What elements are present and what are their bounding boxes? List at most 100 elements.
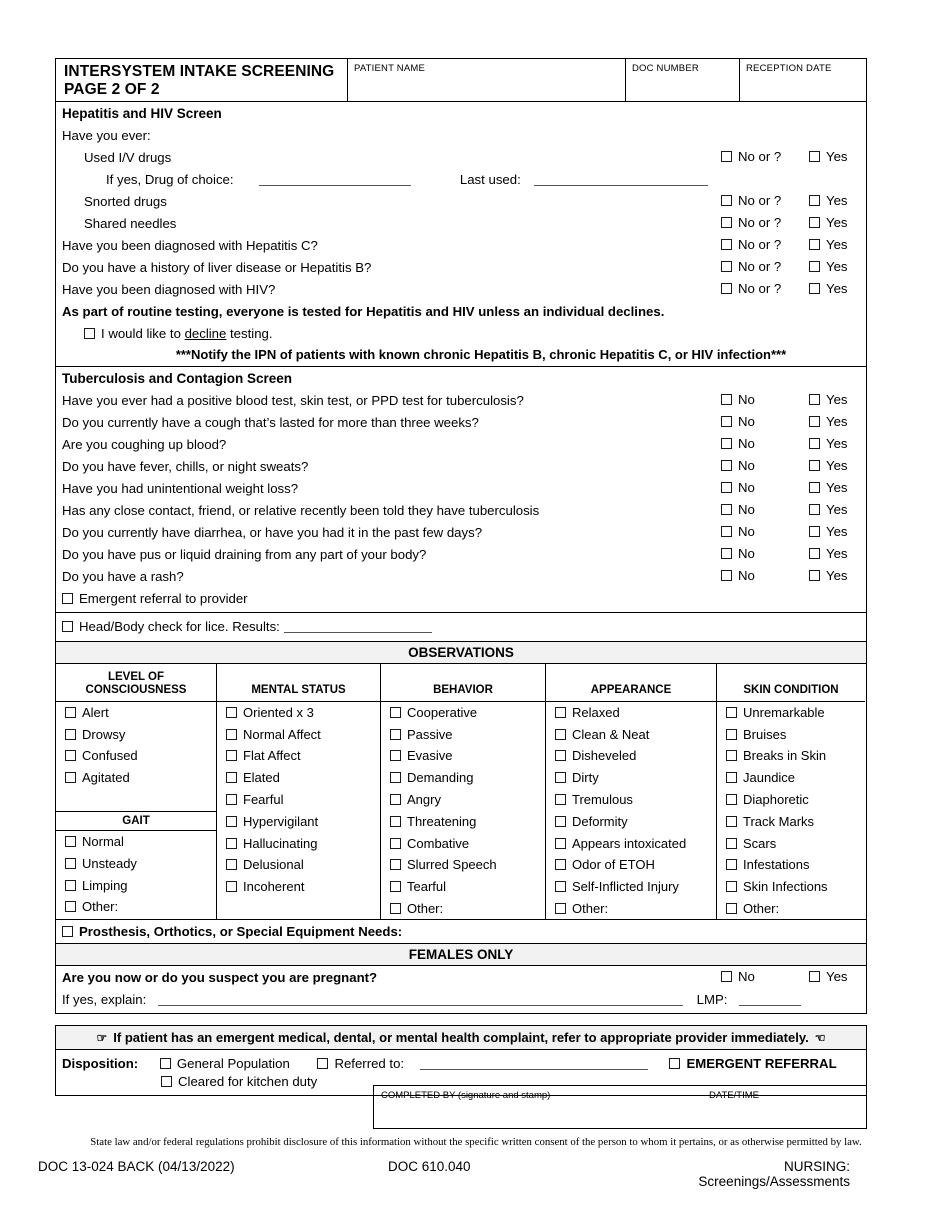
shared-needles-no-option[interactable]: No or ? [721,215,781,230]
patient-name-field[interactable]: PATIENT NAME [348,59,626,101]
obs-option-tremulous[interactable]: Tremulous [546,789,716,811]
obs-option-fearful[interactable]: Fearful [217,789,380,811]
checkbox-icon[interactable] [809,504,820,515]
checkbox-icon[interactable] [226,815,237,827]
liver-disease-no-option[interactable]: No or ? [721,259,781,274]
tb-3-yes-option[interactable]: Yes [809,458,848,473]
obs-option-track-marks[interactable]: Track Marks [717,810,865,832]
obs-option-breaks-in-skin[interactable]: Breaks in Skin [717,745,865,767]
obs-option-scars[interactable]: Scars [717,832,865,854]
checkbox-icon[interactable] [390,837,401,849]
lice-check-row[interactable]: Head/Body check for lice. Results: [56,613,866,641]
checkbox-icon[interactable] [726,815,737,827]
checkbox-icon[interactable] [390,794,401,806]
checkbox-icon[interactable] [226,837,237,849]
obs-option-angry[interactable]: Angry [381,789,545,811]
checkbox-icon[interactable] [555,794,566,806]
obs-option-normal-affect[interactable]: Normal Affect [217,723,380,745]
hiv-yes-option[interactable]: Yes [809,281,848,296]
checkbox-icon[interactable] [726,902,737,914]
checkbox-icon[interactable] [555,902,566,914]
reception-date-field[interactable]: RECEPTION DATE [740,59,866,101]
obs-option-tearful[interactable]: Tearful [381,876,545,898]
checkbox-icon[interactable] [809,217,820,228]
obs-option-delusional[interactable]: Delusional [217,854,380,876]
obs-option-diaphoretic[interactable]: Diaphoretic [717,789,865,811]
checkbox-icon[interactable] [62,592,73,604]
checkbox-icon[interactable] [721,151,732,162]
obs-option-self-inflicted-injury[interactable]: Self-Inflicted Injury [546,876,716,898]
tb-4-yes-option[interactable]: Yes [809,480,848,495]
obs-option-jaundice[interactable]: Jaundice [717,767,865,789]
obs-option-drowsy[interactable]: Drowsy [56,723,216,745]
checkbox-icon[interactable] [726,859,737,871]
checkbox-icon[interactable] [65,728,76,740]
checkbox-icon[interactable] [555,772,566,784]
tb-8-yes-option[interactable]: Yes [809,568,848,583]
obs-option-behavior-other[interactable]: Other: [381,898,545,920]
obs-option-elated[interactable]: Elated [217,767,380,789]
checkbox-icon[interactable] [390,902,401,914]
checkbox-icon[interactable] [65,750,76,762]
completed-by-box[interactable]: COMPLETED BY (signature and stamp) DATE/… [373,1085,867,1129]
obs-option-odor-of-etoh[interactable]: Odor of ETOH [546,854,716,876]
obs-option-passive[interactable]: Passive [381,723,545,745]
emergent-referral-provider-row[interactable]: Emergent referral to provider [56,587,866,612]
emergent-referral-option[interactable]: EMERGENT REFERRAL [669,1056,837,1071]
checkbox-icon[interactable] [65,901,76,913]
pregnancy-no-option[interactable]: No [721,969,755,984]
checkbox-icon[interactable] [390,772,401,784]
iv-drugs-no-option[interactable]: No or ? [721,149,781,164]
hepatitis-c-no-option[interactable]: No or ? [721,237,781,252]
checkbox-icon[interactable] [809,416,820,427]
obs-option-hallucinating[interactable]: Hallucinating [217,832,380,854]
checkbox-icon[interactable] [809,438,820,449]
obs-option-infestations[interactable]: Infestations [717,854,865,876]
obs-option-unremarkable[interactable]: Unremarkable [717,702,865,724]
gait-option-other[interactable]: Other: [56,896,216,918]
prosthesis-row[interactable]: Prosthesis, Orthotics, or Special Equipm… [56,920,866,943]
liver-disease-yes-option[interactable]: Yes [809,259,848,274]
obs-option-relaxed[interactable]: Relaxed [546,702,716,724]
checkbox-icon[interactable] [65,836,76,848]
obs-option-deformity[interactable]: Deformity [546,810,716,832]
disposition-general-population-option[interactable]: General Population [159,1056,290,1071]
tb-0-no-option[interactable]: No [721,392,755,407]
checkbox-icon[interactable] [669,1057,681,1069]
checkbox-icon[interactable] [317,1057,329,1069]
checkbox-icon[interactable] [159,1057,171,1069]
tb-3-no-option[interactable]: No [721,458,755,473]
checkbox-icon[interactable] [555,728,566,740]
checkbox-icon[interactable] [721,570,732,581]
checkbox-icon[interactable] [390,750,401,762]
checkbox-icon[interactable] [721,971,732,983]
drug-of-choice-input[interactable] [259,173,412,186]
checkbox-icon[interactable] [809,570,820,581]
checkbox-icon[interactable] [390,859,401,871]
checkbox-icon[interactable] [721,394,732,405]
pregnancy-explain-input[interactable] [157,993,683,1006]
checkbox-icon[interactable] [65,879,76,891]
checkbox-icon[interactable] [809,195,820,206]
obs-option-appearance-other[interactable]: Other: [546,898,716,920]
obs-option-skin-infections[interactable]: Skin Infections [717,876,865,898]
obs-option-confused[interactable]: Confused [56,745,216,767]
checkbox-icon[interactable] [726,706,737,718]
obs-option-dirty[interactable]: Dirty [546,767,716,789]
checkbox-icon[interactable] [809,283,820,294]
gait-option-unsteady[interactable]: Unsteady [56,852,216,874]
checkbox-icon[interactable] [721,217,732,228]
obs-option-demanding[interactable]: Demanding [381,767,545,789]
last-used-input[interactable] [534,173,709,186]
obs-option-hypervigilant[interactable]: Hypervigilant [217,810,380,832]
checkbox-icon[interactable] [726,772,737,784]
tb-1-no-option[interactable]: No [721,414,755,429]
checkbox-icon[interactable] [721,526,732,537]
lice-results-input[interactable] [283,620,432,633]
doc-number-field[interactable]: DOC NUMBER [626,59,740,101]
checkbox-icon[interactable] [555,750,566,762]
shared-needles-yes-option[interactable]: Yes [809,215,848,230]
checkbox-icon[interactable] [226,881,237,893]
obs-option-slurred-speech[interactable]: Slurred Speech [381,854,545,876]
checkbox-icon[interactable] [390,815,401,827]
